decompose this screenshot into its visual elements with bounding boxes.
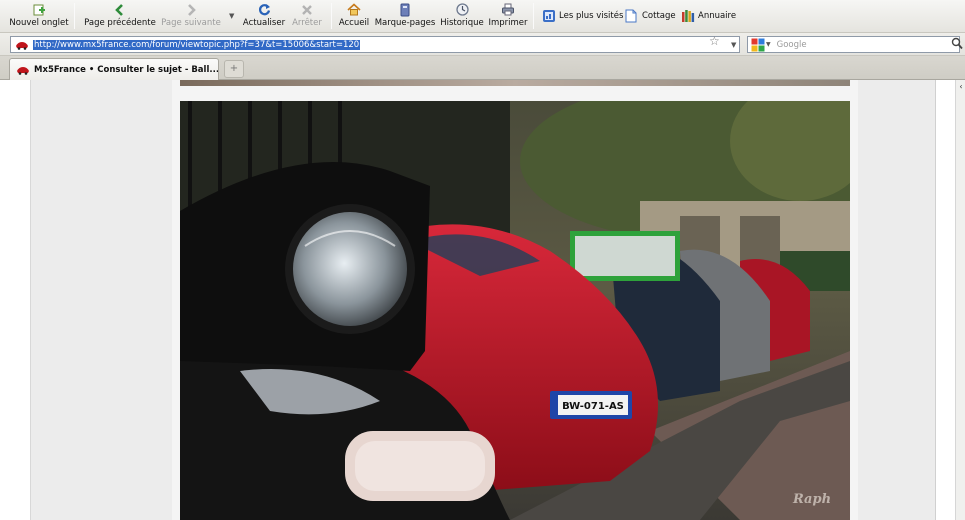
clock-icon: [455, 2, 469, 17]
toolbar-separator: [331, 3, 332, 29]
print-label: Imprimer: [488, 18, 528, 28]
new-tab-plus-button[interactable]: +: [224, 60, 244, 78]
right-page-margin: [858, 80, 936, 520]
reload-icon: [258, 2, 271, 17]
forward-arrow-icon: [185, 2, 197, 17]
back-button[interactable]: Page précédente: [84, 2, 156, 31]
new-tab-label: Nouvel onglet: [9, 18, 69, 28]
license-plate-text: BW-071-AS: [562, 401, 624, 412]
url-dropdown-icon[interactable]: ▼: [731, 41, 736, 49]
tab-strip: Mx5France • Consulter le sujet - Ball...…: [0, 56, 965, 80]
search-engine-icon[interactable]: ▼: [751, 38, 771, 52]
search-field[interactable]: ▼ Google: [747, 36, 960, 53]
bookmark-label: Cottage: [642, 11, 676, 21]
tab-mx5france[interactable]: Mx5France • Consulter le sujet - Ball...: [9, 58, 219, 80]
previous-image-bottom-edge: [180, 80, 850, 86]
books-icon: [681, 9, 695, 23]
new-tab-button[interactable]: Nouvel onglet: [8, 2, 70, 31]
back-arrow-icon: [114, 2, 126, 17]
stop-label: Arrêter: [292, 18, 322, 28]
toolbar-separator: [533, 3, 534, 29]
stop-button[interactable]: Arrêter: [290, 2, 324, 31]
post-photo[interactable]: BW-071-AS Raph: [180, 101, 850, 520]
stop-icon: [301, 2, 313, 17]
back-label: Page précédente: [84, 18, 156, 28]
search-placeholder: Google: [776, 39, 807, 50]
history-button[interactable]: Historique: [440, 2, 484, 31]
navigation-bar: http://www.mx5france.com/forum/viewtopic…: [0, 33, 965, 56]
vertical-scrollbar[interactable]: ‹: [955, 80, 965, 520]
home-label: Accueil: [338, 18, 370, 28]
home-button[interactable]: Accueil: [338, 2, 370, 31]
new-tab-icon: [32, 2, 46, 17]
tab-favicon: [16, 65, 30, 75]
site-favicon: [15, 40, 29, 50]
reload-label: Actualiser: [242, 18, 286, 28]
url-text: http://www.mx5france.com/forum/viewtopic…: [33, 39, 361, 50]
history-dropdown-icon[interactable]: ▼: [229, 12, 234, 20]
bookmark-star-icon[interactable]: ☆: [709, 34, 720, 48]
main-toolbar: Nouvel onglet Page précédente Page suiva…: [0, 0, 965, 33]
history-label: Historique: [440, 18, 484, 28]
printer-icon: [501, 2, 515, 17]
bookmark-annuaire[interactable]: Annuaire: [681, 8, 736, 24]
bookmark-cottage[interactable]: Cottage: [625, 8, 676, 24]
page-viewport: BW-071-AS Raph ‹: [0, 80, 965, 520]
photo-watermark: Raph: [792, 492, 831, 507]
home-icon: [347, 2, 361, 17]
print-button[interactable]: Imprimer: [488, 2, 528, 31]
bookmarks-label: Marque-pages: [374, 18, 436, 28]
forward-button[interactable]: Page suivante: [160, 2, 222, 31]
url-field[interactable]: http://www.mx5france.com/forum/viewtopic…: [10, 36, 740, 53]
bookmark-label: Les plus visités: [559, 11, 624, 21]
page-icon: [625, 9, 639, 23]
left-page-margin: [30, 80, 172, 520]
bookmarks-button[interactable]: Marque-pages: [374, 2, 436, 31]
tab-label: Mx5France • Consulter le sujet - Ball...: [34, 64, 218, 75]
scroll-up-arrow-icon[interactable]: ‹: [956, 82, 965, 92]
bookmark-label: Annuaire: [698, 11, 737, 21]
bookmarks-icon: [399, 2, 411, 17]
search-icon[interactable]: [951, 37, 963, 53]
most-visited-icon: [542, 9, 556, 23]
bookmark-most-visited[interactable]: Les plus visités: [542, 8, 623, 24]
toolbar-separator: [74, 3, 75, 29]
reload-button[interactable]: Actualiser: [243, 2, 285, 31]
forward-label: Page suivante: [161, 18, 221, 28]
